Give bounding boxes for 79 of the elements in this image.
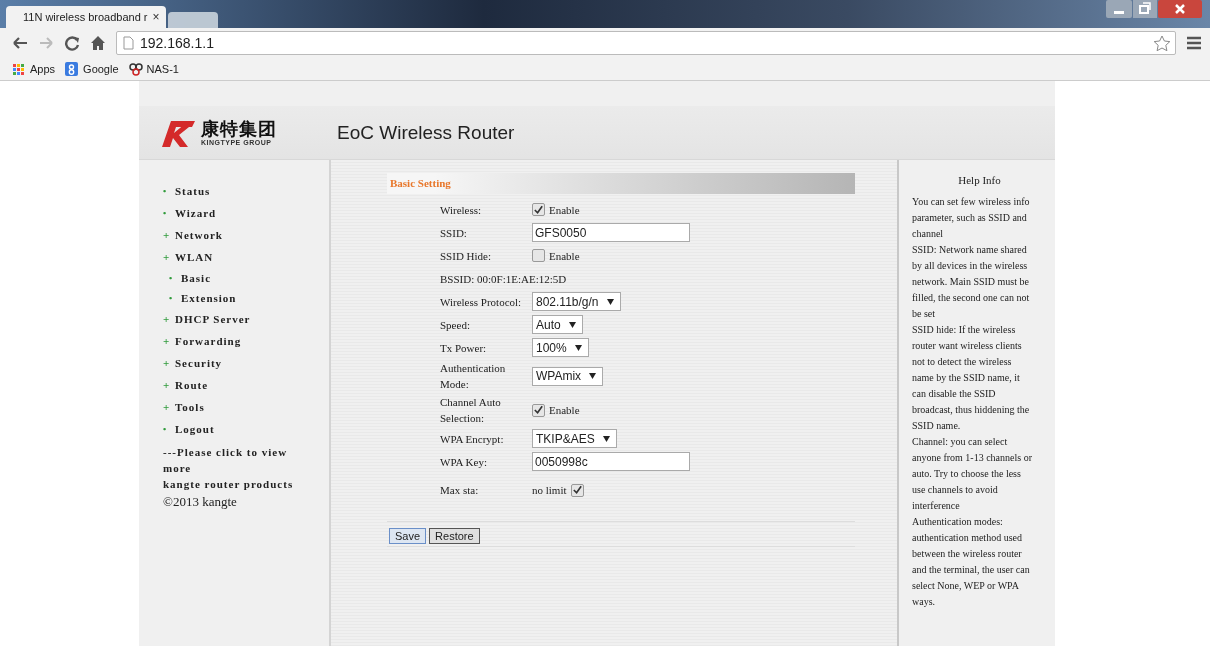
rings-icon [128, 62, 143, 76]
menu-icon[interactable] [1186, 35, 1202, 51]
field-label: WPA Key: [440, 454, 488, 470]
check-icon [533, 405, 544, 415]
field-label: WPA Encrypt: [440, 431, 505, 447]
dropdown[interactable]: Auto [532, 315, 583, 334]
sidebar-item[interactable]: • Basic [169, 268, 212, 288]
form-button[interactable]: Restore [429, 528, 480, 544]
sidebar-item[interactable]: • Wizard [163, 202, 217, 224]
help-text: SSID: Network name shared by all devices in the wireless network. Main SSID must be filled, the second one can not be set [912, 243, 1031, 321]
checkbox[interactable] [532, 403, 545, 417]
help-text: You can set few wireless info parameter, such as SSID and channel [912, 195, 1031, 241]
caret-icon [574, 344, 582, 351]
dropdown[interactable]: 100% [532, 338, 589, 357]
page-title: EoC Wireless Router [337, 121, 515, 144]
field-label: Speed: [440, 317, 471, 333]
home-icon[interactable] [90, 35, 106, 51]
checkbox-label: no limit [532, 484, 567, 496]
field-label: Wireless Protocol: [440, 294, 523, 310]
checkbox[interactable] [570, 483, 584, 497]
page-icon [123, 36, 134, 50]
bookmark-link[interactable]: NAS-1 [128, 62, 179, 76]
star-icon[interactable] [1153, 34, 1171, 52]
apps-grid-icon [12, 62, 26, 76]
sidebar-item[interactable]: + DHCP Server [163, 308, 251, 330]
logo-text: 康特集团 [201, 119, 277, 139]
caret-icon [568, 321, 576, 328]
help-title: Help Info [957, 173, 1002, 188]
sidebar-item[interactable]: + Network [163, 224, 223, 246]
caret-icon [606, 298, 614, 305]
sidebar-item[interactable]: + Route [163, 374, 209, 396]
tab-title: 11N wireless broadband r [23, 11, 148, 23]
help-text: SSID hide: If the wireless router want wireless clients not to detect the wireless name by the SSID name, it can disable the SSID broadcast, thus hiddening the SSID name. [912, 323, 1031, 433]
bookmark-link[interactable]: Apps [12, 62, 56, 76]
form-button[interactable]: Save [389, 528, 427, 544]
input-field[interactable]: GFS0050 [532, 223, 690, 242]
dropdown[interactable]: TKIP&AES [532, 429, 617, 448]
close-icon[interactable]: × [152, 10, 160, 24]
dropdown[interactable]: WPAmix [532, 366, 604, 386]
input-field[interactable]: 0050998c [532, 452, 690, 471]
sidebar-item[interactable]: + WLAN [163, 246, 214, 268]
field-label: Tx Power: [440, 340, 488, 356]
back-icon[interactable] [12, 35, 28, 51]
checkbox[interactable] [532, 203, 545, 216]
caret-icon [589, 373, 597, 379]
address-bar[interactable]: 192.168.1.1 [116, 31, 1176, 55]
bookmark-icon [65, 62, 80, 76]
bssid-text: BSSID: 00:0F:1E:AE:12:5D [440, 271, 567, 287]
caret-icon [602, 435, 610, 442]
browser-tab[interactable]: 11N wireless broadband r × [6, 6, 166, 28]
check-icon [533, 204, 544, 215]
sidebar-item[interactable]: • Logout [163, 418, 215, 440]
bookmark-link[interactable]: Google [65, 62, 119, 76]
minimize-icon[interactable] [1106, 0, 1132, 18]
dropdown[interactable]: 802.11b/g/n [532, 292, 621, 311]
check-icon [571, 485, 583, 495]
sidebar-item[interactable]: • Status [163, 180, 211, 202]
sidebar-item[interactable]: + Tools [163, 396, 205, 418]
field-label: SSID: [440, 225, 468, 241]
field-label: SSID Hide: [440, 248, 493, 264]
section-title: Basic Setting [387, 173, 855, 194]
help-text: Authentication modes: authentication method used between the wireless router and the terminal, the user can select None, WEP or WPA ways. [912, 515, 1031, 609]
checkbox-label: Enable [549, 203, 580, 216]
sidebar-item[interactable]: + Forwarding [163, 330, 242, 352]
help-text: Channel: you can select anyone from 1-13 channels or auto. Try to choose the less use channels to avoid interference [912, 435, 1033, 513]
reload-icon[interactable] [64, 35, 80, 51]
promo-link[interactable]: kangte router products [163, 476, 313, 492]
checkbox[interactable] [532, 249, 545, 262]
checkbox-label: Enable [549, 249, 580, 262]
sidebar-item[interactable]: + Security [163, 352, 223, 374]
checkbox-label: Enable [549, 404, 580, 416]
field-label: Wireless: [440, 202, 483, 218]
field-label: Authentication Mode: [440, 361, 507, 392]
sidebar-item[interactable]: • Extension [169, 288, 237, 308]
copyright-text: ©2013 kangte [163, 494, 238, 510]
field-label: Channel Auto Selection: [440, 395, 502, 426]
close-icon[interactable] [1158, 0, 1202, 18]
address-text: 192.168.1.1 [140, 35, 215, 51]
field-label: Max sta: [440, 483, 480, 498]
